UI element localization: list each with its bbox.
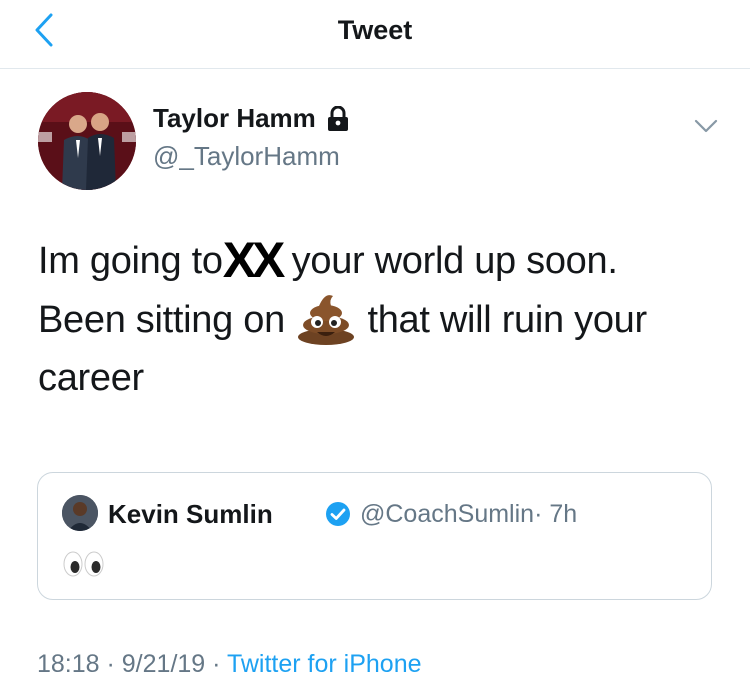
author-name-text: Taylor Hamm (153, 103, 316, 133)
more-options-button[interactable] (692, 112, 720, 140)
tweet-text: Im going toXX your world up soon. Been s… (38, 232, 718, 407)
tweet-date: 9/21/19 (121, 650, 206, 678)
meta-separator: · (99, 650, 122, 678)
tweet-text-part: career (38, 357, 144, 399)
verified-badge-icon (326, 502, 350, 526)
quoted-tweet-card[interactable]: Kevin Sumlin @CoachSumlin· 7h (37, 472, 712, 600)
author-avatar[interactable] (38, 92, 136, 190)
top-nav-bar: Tweet (0, 0, 750, 69)
tweet-meta: 18:18 · 9/21/19 · Twitter for iPhone (37, 650, 422, 679)
chevron-down-icon (694, 119, 718, 133)
tweet-text-part: your world up soon. (291, 240, 618, 282)
tweet-text-part: Im going to (38, 240, 223, 282)
quoted-time: · 7h (534, 500, 578, 528)
tweet-source-link[interactable]: Twitter for iPhone (227, 650, 422, 678)
author-name[interactable]: Taylor Hamm (153, 103, 350, 134)
tweet-text-part: that will ruin your (367, 299, 647, 341)
tweet-time: 18:18 (37, 650, 100, 678)
quoted-author-name[interactable]: Kevin Sumlin (108, 499, 273, 530)
meta-separator: · (205, 650, 227, 678)
lock-icon (326, 105, 350, 132)
avatar-photo (38, 92, 136, 190)
eyes-emoji (63, 551, 104, 577)
poop-emoji (295, 290, 357, 346)
page-title: Tweet (337, 15, 413, 45)
quoted-author-handle: @CoachSumlin· 7h (360, 500, 577, 529)
author-handle[interactable]: @_TaylorHamm (153, 141, 340, 172)
quoted-handle-text: @CoachSumlin (360, 500, 535, 528)
tweet-text-part: Been sitting on (38, 299, 285, 341)
censor-mark: XX (222, 232, 286, 288)
quoted-author-avatar[interactable] (62, 495, 98, 531)
